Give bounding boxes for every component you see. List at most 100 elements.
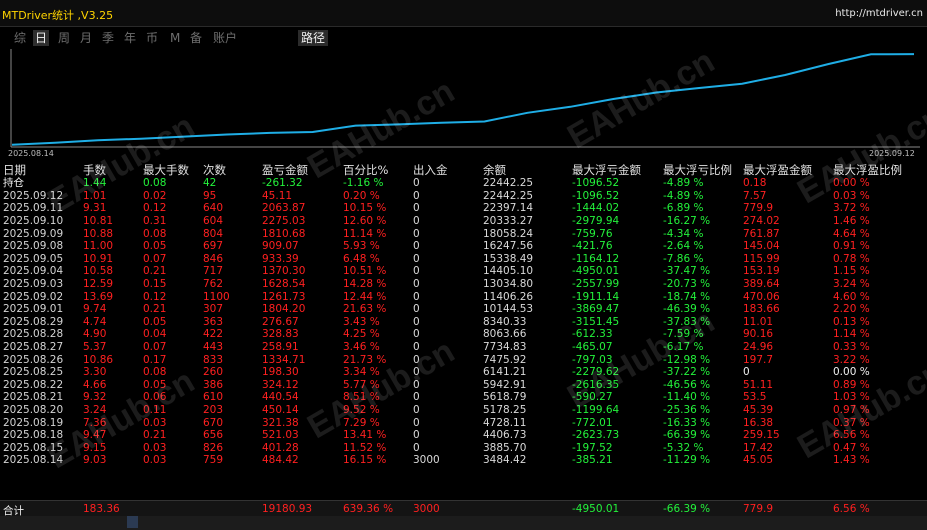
cell-max-lots: 0.02 — [143, 189, 167, 202]
cell-max-loss-pct: -18.74 % — [663, 290, 711, 303]
cell-max-lots: 0.15 — [143, 278, 167, 290]
tab-note[interactable]: 备 — [188, 30, 204, 46]
cell-date: 2025.08.19 — [3, 416, 64, 429]
cell-balance: 22442.25 — [483, 189, 534, 202]
table-row: 2025.09.05 10.91 0.07 846 933.39 6.48 % 0 15338… — [0, 253, 927, 266]
cell-count: 697 — [203, 240, 224, 253]
cell-max-loss: -3869.47 — [572, 303, 620, 316]
tab-week[interactable]: 周 — [56, 30, 72, 46]
cell-io: 0 — [413, 290, 420, 303]
cell-balance: 7475.92 — [483, 353, 527, 366]
cell-max-gain-pct: 4.64 % — [833, 227, 870, 240]
tab-month[interactable]: 月 — [78, 30, 94, 46]
cell-count: 640 — [203, 202, 224, 215]
scrollbar-thumb[interactable] — [127, 516, 138, 528]
cell-pct: 11.14 % — [343, 227, 387, 240]
path-button[interactable]: 路径 — [298, 30, 329, 46]
cell-max-gain: 90.16 — [743, 328, 774, 341]
cell-max-lots: 0.03 — [143, 454, 167, 467]
horizontal-scrollbar[interactable] — [0, 516, 927, 530]
cell-count: 656 — [203, 429, 224, 442]
cell-lots: 12.59 — [83, 278, 114, 290]
position-pct: -1.16 % — [343, 177, 384, 189]
cell-count: 762 — [203, 278, 224, 290]
cell-io: 0 — [413, 404, 420, 416]
tab-magic[interactable]: M — [168, 30, 182, 46]
cell-date: 2025.08.18 — [3, 429, 64, 442]
cell-max-loss-pct: -2.64 % — [663, 240, 704, 253]
cell-max-gain-pct: 1.46 % — [833, 215, 870, 227]
cell-pct: 5.77 % — [343, 378, 380, 391]
tab-quarter[interactable]: 季 — [100, 30, 116, 46]
cell-max-gain-pct: 0.89 % — [833, 378, 870, 391]
cell-max-gain: 0 — [743, 366, 750, 379]
cell-max-gain: 779.9 — [743, 202, 774, 215]
cell-max-loss-pct: -20.73 % — [663, 278, 711, 290]
cell-max-loss: -421.76 — [572, 240, 613, 253]
cell-max-gain-pct: 1.14 % — [833, 328, 870, 341]
table-row: 2025.09.12 1.01 0.02 95 45.11 0.20 % 0 22442.25… — [0, 190, 927, 203]
position-count: 42 — [203, 177, 217, 189]
tab-account[interactable]: 账户 — [211, 30, 239, 46]
cell-max-loss-pct: -4.34 % — [663, 227, 704, 240]
cell-count: 386 — [203, 378, 224, 391]
cell-balance: 15338.49 — [483, 252, 534, 265]
cell-pct: 21.63 % — [343, 303, 387, 316]
cell-count: 95 — [203, 189, 217, 202]
cell-pct: 9.52 % — [343, 404, 380, 416]
position-io: 0 — [413, 177, 420, 189]
cell-max-lots: 0.21 — [143, 429, 167, 442]
cell-pct: 7.29 % — [343, 416, 380, 429]
cell-balance: 6141.21 — [483, 366, 527, 379]
cell-max-loss-pct: -6.17 % — [663, 341, 704, 353]
cell-max-gain-pct: 0.13 % — [833, 315, 870, 328]
cell-balance: 4406.73 — [483, 429, 527, 442]
cell-max-gain-pct: 2.20 % — [833, 303, 870, 316]
cell-max-loss-pct: -7.59 % — [663, 328, 704, 341]
cell-max-gain-pct: 0.91 % — [833, 240, 870, 253]
cell-date: 2025.09.11 — [3, 202, 64, 215]
cell-max-loss: -1199.64 — [572, 404, 620, 416]
cell-max-loss: -385.21 — [572, 454, 613, 467]
table-header: 日期 手数 最大手数 次数 盈亏金额 百分比% 出入金 余额 最大浮亏金额 最大浮亏比例 最大浮盈金… — [0, 164, 927, 177]
cell-count: 759 — [203, 454, 224, 467]
position-row: 持仓 1.44 0.08 42 -261.32 -1.16 % 0 22442.25 -1096… — [0, 177, 927, 190]
cell-balance: 13034.80 — [483, 278, 534, 290]
cell-balance: 18058.24 — [483, 227, 534, 240]
cell-max-gain: 7.57 — [743, 189, 767, 202]
cell-pl: 324.12 — [262, 378, 299, 391]
tab-day[interactable]: 日 — [33, 30, 50, 46]
cell-max-loss: -2623.73 — [572, 429, 620, 442]
cell-pl: 909.07 — [262, 240, 299, 253]
tab-year[interactable]: 年 — [122, 30, 138, 46]
cell-max-loss-pct: -7.86 % — [663, 252, 704, 265]
cell-date: 2025.08.15 — [3, 441, 64, 454]
cell-max-lots: 0.08 — [143, 366, 167, 379]
cell-max-lots: 0.05 — [143, 240, 167, 253]
cell-max-lots: 0.05 — [143, 315, 167, 328]
column-header-pl: 盈亏金额 — [262, 163, 308, 177]
cell-pl: 45.11 — [262, 189, 293, 202]
cell-max-lots: 0.07 — [143, 252, 167, 265]
cell-max-loss-pct: -25.36 % — [663, 404, 711, 416]
cell-lots: 3.30 — [83, 366, 107, 379]
cell-max-loss-pct: -4.89 % — [663, 189, 704, 202]
cell-max-loss-pct: -37.83 % — [663, 315, 711, 328]
cell-max-lots: 0.07 — [143, 341, 167, 353]
app-title: MTDriver统计 ,V3.25 — [2, 9, 114, 22]
position-date: 持仓 — [3, 177, 24, 189]
site-url-link[interactable]: http://mtdriver.cn — [835, 8, 923, 19]
table-row: 2025.08.18 9.47 0.21 656 521.03 13.41 % 0 4406.… — [0, 429, 927, 442]
cell-max-lots: 0.21 — [143, 265, 167, 278]
cell-count: 307 — [203, 303, 224, 316]
tab-overview[interactable]: 综 — [12, 30, 28, 46]
cell-max-gain-pct: 0.33 % — [833, 341, 870, 353]
tab-currency[interactable]: 币 — [144, 30, 160, 46]
cell-lots: 9.74 — [83, 303, 107, 316]
table-row: 2025.09.11 9.31 0.12 640 2063.87 10.15 % 0 2239… — [0, 202, 927, 215]
cell-pl: 1261.73 — [262, 290, 306, 303]
cell-balance: 20333.27 — [483, 215, 534, 227]
cell-max-gain: 274.02 — [743, 215, 780, 227]
cell-max-gain: 17.42 — [743, 441, 774, 454]
cell-date: 2025.08.20 — [3, 404, 64, 416]
